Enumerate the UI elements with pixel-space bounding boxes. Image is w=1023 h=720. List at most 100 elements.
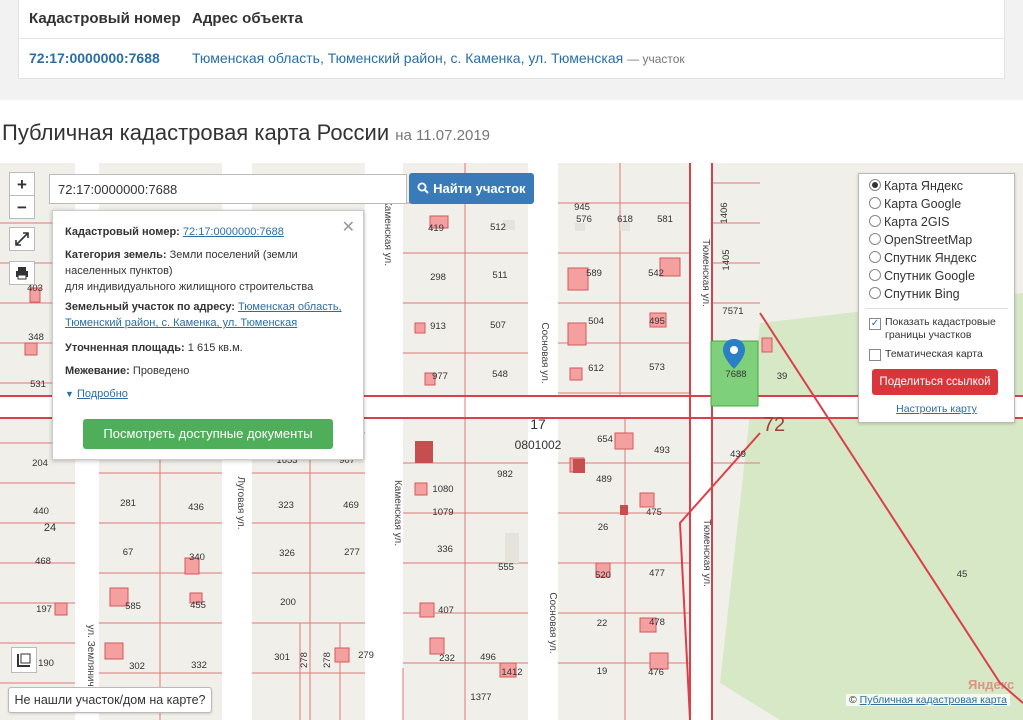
chevron-down-icon: ▼ — [65, 389, 74, 399]
view-documents-button[interactable]: Посмотреть доступные документы — [83, 419, 333, 449]
label-parcel: 581 — [657, 214, 673, 225]
label-parcel: 277 — [344, 547, 360, 558]
label-parcel: 19 — [597, 666, 608, 677]
popup-area-label: Уточненная площадь: — [65, 342, 185, 354]
label-parcel: 478 — [649, 617, 665, 628]
column-header-cadastral: Кадастровый номер — [29, 10, 181, 27]
popup-category-use: для индивидуального жилищного строительс… — [65, 281, 314, 293]
layer-option-yandex-satellite[interactable]: Спутник Яндекс — [869, 249, 977, 267]
layer-option-google-map[interactable]: Карта Google — [869, 195, 961, 213]
label-parcel: 493 — [654, 445, 670, 456]
label-parcel: 232 — [439, 653, 455, 664]
fullscreen-button[interactable] — [9, 227, 35, 251]
label-parcel: 298 — [430, 272, 446, 283]
label-parcel: 26 — [598, 522, 609, 533]
label-parcel: 612 — [588, 363, 604, 374]
legend-icon — [17, 653, 31, 667]
label-parcel: 279 — [358, 650, 374, 661]
label-parcel: 323 — [278, 500, 294, 511]
attribution-link[interactable]: Публичная кадастровая карта — [860, 694, 1007, 706]
street-label: Сосновая ул. — [547, 592, 558, 653]
label-parcel: 200 — [280, 597, 296, 608]
label-parcel: 436 — [188, 502, 204, 513]
label-parcel: 476 — [648, 667, 664, 678]
label-parcel: 439 — [730, 449, 746, 460]
label-parcel: 469 — [343, 500, 359, 511]
label-parcel: 419 — [428, 223, 444, 234]
label-parcel: 913 — [430, 321, 446, 332]
zoom-out-button[interactable]: − — [9, 195, 35, 219]
label-parcel: 348 — [28, 332, 44, 343]
label-parcel: 204 — [32, 458, 48, 469]
layer-option-google-satellite[interactable]: Спутник Google — [869, 267, 975, 285]
find-parcel-label: Найти участок — [433, 181, 526, 196]
label-parcel: 555 — [498, 562, 514, 573]
yandex-logo: Яндекс — [968, 677, 1015, 692]
column-header-address: Адрес объекта — [192, 10, 303, 27]
popup-category-label: Категория земель: — [65, 249, 167, 261]
street-label: Каменская ул. — [392, 480, 403, 546]
label-parcel: 531 — [30, 379, 46, 390]
page-title-date: на 11.07.2019 — [395, 127, 491, 144]
layer-option-osm[interactable]: OpenStreetMap — [869, 231, 972, 249]
cadastral-search-input[interactable] — [49, 174, 407, 204]
label-parcel: 542 — [648, 268, 664, 279]
radio-icon — [869, 269, 881, 281]
label-block-17: 17 — [530, 416, 546, 432]
thematic-map-checkbox[interactable] — [869, 349, 881, 361]
layer-switcher: Карта Яндекс Карта Google Карта 2GIS Ope… — [858, 173, 1015, 423]
cadastral-map[interactable]: 7688 17 0801002 72 39 439 45 24 945 576 … — [0, 163, 1023, 720]
map-attribution: © Публичная кадастровая карта — [846, 694, 1010, 706]
results-panel: Кадастровый номер Адрес объекта 72:17:00… — [0, 0, 1023, 100]
print-button[interactable] — [9, 261, 35, 285]
table-divider — [19, 38, 1004, 39]
label-parcel: 407 — [438, 605, 454, 616]
label-parcel: 496 — [480, 652, 496, 663]
search-icon — [417, 182, 430, 194]
popup-cad-link[interactable]: 72:17:0000000:7688 — [183, 226, 284, 238]
label-parcel: 507 — [490, 320, 506, 331]
label-parcel: 589 — [586, 268, 602, 279]
cadastral-number-link[interactable]: 72:17:0000000:7688 — [29, 50, 160, 66]
legend-button[interactable] — [11, 647, 37, 673]
configure-map-link[interactable]: Настроить карту — [859, 403, 1014, 415]
layer-option-yandex-map[interactable]: Карта Яндекс — [869, 177, 963, 195]
label-parcel: 440 — [33, 506, 49, 517]
share-link-button[interactable]: Поделиться ссылкой — [872, 369, 998, 395]
label-parcel: 495 — [649, 316, 665, 327]
label-parcel: 332 — [191, 660, 207, 671]
label-parcel: 22 — [597, 618, 608, 629]
label-parcel: 1079 — [432, 507, 453, 518]
popup-more-link[interactable]: Подробно — [77, 388, 128, 400]
address-link[interactable]: Тюменская область, Тюменский район, с. К… — [192, 50, 623, 66]
label-parcel: 468 — [35, 556, 51, 567]
street-label: Тюменская ул. — [700, 239, 711, 307]
printer-icon — [16, 267, 28, 280]
popup-survey-row: Межевание: Проведено — [65, 363, 355, 379]
show-boundaries-checkbox[interactable]: ✓ — [869, 318, 881, 330]
results-table: Кадастровый номер Адрес объекта 72:17:00… — [18, 0, 1005, 79]
not-found-button[interactable]: Не нашли участок/дом на карте? — [8, 687, 212, 713]
label-parcel: 302 — [129, 661, 145, 672]
thematic-map-label: Тематическая карта — [885, 348, 983, 360]
popup-cad-label: Кадастровый номер: — [65, 226, 180, 238]
label-parcel: 1406 — [719, 202, 730, 223]
popup-area-value: 1 615 кв.м. — [187, 342, 243, 354]
find-parcel-button[interactable]: Найти участок — [409, 173, 534, 204]
address-row: Тюменская область, Тюменский район, с. К… — [192, 50, 685, 66]
expand-icon — [15, 232, 29, 246]
label-parcel-7688: 7688 — [725, 369, 746, 380]
label-parcel: 340 — [189, 552, 205, 563]
label-parcel: 278 — [299, 652, 310, 668]
layer-option-bing-satellite[interactable]: Спутник Bing — [869, 285, 960, 303]
label-parcel: 190 — [38, 658, 54, 669]
radio-icon — [869, 215, 881, 227]
street-label: Тюменская ул. — [701, 519, 712, 587]
layer-option-2gis[interactable]: Карта 2GIS — [869, 213, 949, 231]
label-parcel: 520 — [595, 570, 611, 581]
label-parcel: 548 — [492, 369, 508, 380]
label-parcel: 1080 — [432, 484, 453, 495]
popup-address-label: Земельный участок по адресу: — [65, 301, 235, 313]
zoom-in-button[interactable]: + — [9, 172, 35, 196]
label-quarter: 0801002 — [515, 438, 562, 452]
